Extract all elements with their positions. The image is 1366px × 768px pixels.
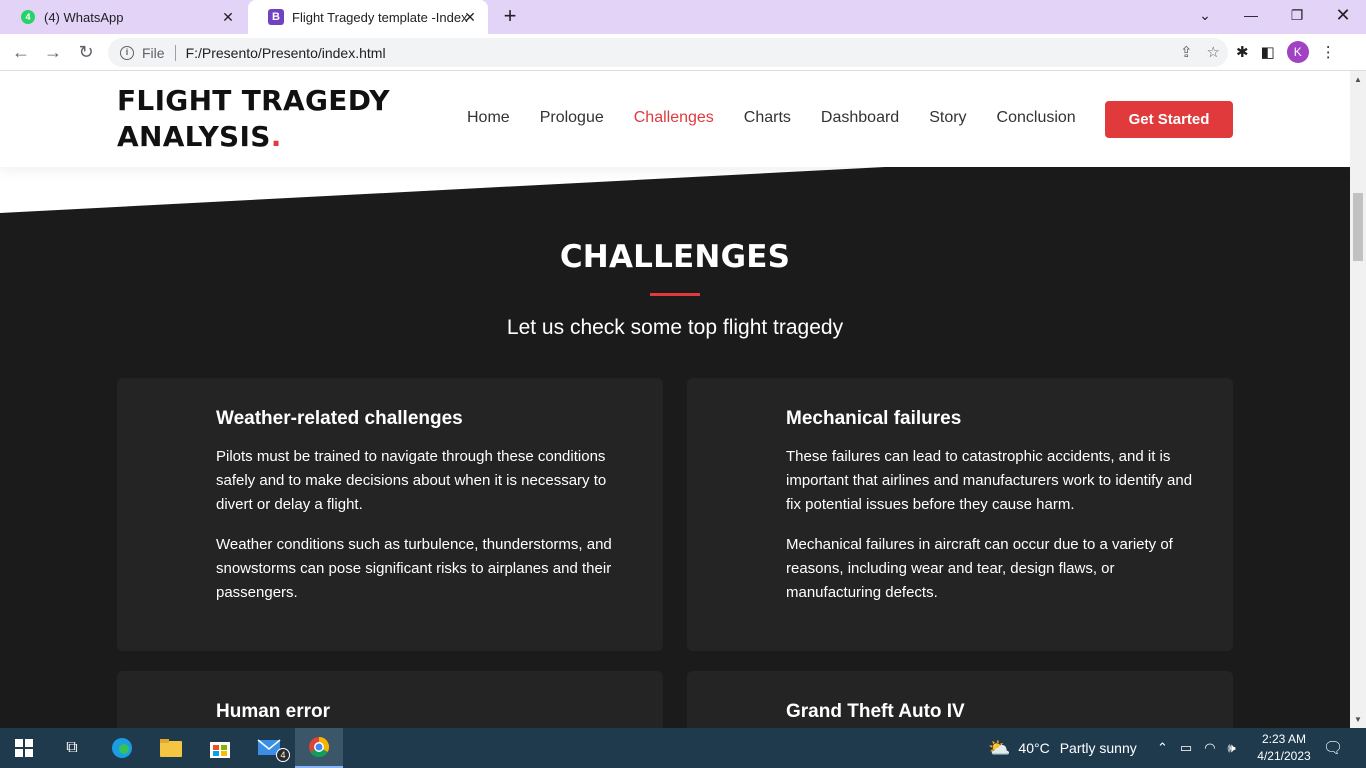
card-title: Weather-related challenges bbox=[216, 408, 463, 429]
tab-title: Flight Tragedy template -Index bbox=[292, 9, 468, 25]
main-nav: Home Prologue Challenges Charts Dashboard Sto… bbox=[467, 108, 1106, 128]
wifi-icon[interactable]: ◠ bbox=[1204, 740, 1215, 756]
system-tray: ⌃ ▭ ◠ 🕪 bbox=[1157, 728, 1236, 768]
nav-link-challenges[interactable]: Challenges bbox=[634, 108, 714, 128]
section-title: CHALLENGES bbox=[559, 239, 791, 275]
nav-link-story[interactable]: Story bbox=[929, 108, 966, 128]
mail-icon[interactable]: 4 bbox=[246, 728, 294, 768]
bookmark-star-icon[interactable]: ☆ bbox=[1207, 43, 1220, 61]
file-explorer-icon[interactable] bbox=[147, 728, 195, 768]
scheme-label: File bbox=[142, 44, 165, 61]
forward-icon[interactable]: → bbox=[41, 40, 65, 64]
close-icon[interactable]: ✕ bbox=[220, 9, 236, 25]
clock-date: 4/21/2023 bbox=[1257, 749, 1311, 763]
start-button[interactable] bbox=[0, 728, 48, 768]
extensions-icon[interactable]: ✱ bbox=[1236, 43, 1249, 61]
title-underline bbox=[650, 293, 700, 296]
windows-taskbar: ⧉ 4 ⛅ 40°C Partly sunny ⌃ ▭ ◠ 🕪 2:23 AM … bbox=[0, 728, 1366, 768]
card-paragraph: Pilots must be trained to navigate throu… bbox=[216, 448, 607, 513]
new-tab-button[interactable]: + bbox=[498, 5, 522, 29]
whatsapp-icon: 4 bbox=[20, 9, 36, 25]
close-window-button[interactable]: ✕ bbox=[1320, 0, 1366, 30]
nav-link-dashboard[interactable]: Dashboard bbox=[821, 108, 899, 128]
chevron-up-icon[interactable]: ⌃ bbox=[1157, 740, 1168, 756]
card-title: Grand Theft Auto IV bbox=[786, 701, 965, 722]
minimize-button[interactable]: — bbox=[1228, 0, 1274, 30]
card-paragraph: These failures can lead to catastrophic … bbox=[786, 448, 1193, 513]
tab-search-icon[interactable]: ⌄ bbox=[1182, 0, 1228, 30]
challenge-card-human-error: Human error bbox=[117, 671, 663, 728]
card-paragraph: Mechanical failures in aircraft can occu… bbox=[786, 536, 1173, 601]
nav-link-charts[interactable]: Charts bbox=[744, 108, 791, 128]
restore-button[interactable]: ❐ bbox=[1274, 0, 1320, 30]
challenge-card-gta: Grand Theft Auto IV bbox=[687, 671, 1233, 728]
divider bbox=[174, 44, 176, 61]
browser-toolbar: ← → ↻ i File F:/Presento/Presento/index.… bbox=[0, 34, 1366, 71]
battery-icon[interactable]: ▭ bbox=[1180, 740, 1192, 756]
site-logo[interactable]: FLIGHT TRAGEDY ANALYSIS. bbox=[117, 83, 390, 155]
scroll-up-icon[interactable]: ▲ bbox=[1354, 75, 1362, 84]
nav-link-home[interactable]: Home bbox=[467, 108, 510, 128]
page-scrollbar[interactable]: ▲ ▼ bbox=[1350, 71, 1366, 728]
close-icon[interactable]: ✕ bbox=[462, 9, 478, 25]
tab-whatsapp[interactable]: 4 (4) WhatsApp ✕ bbox=[0, 0, 246, 34]
bootstrap-icon: B bbox=[268, 9, 284, 25]
section-subtitle: Let us check some top flight tragedy bbox=[506, 316, 844, 339]
challenge-card-mechanical: Mechanical failures These failures can l… bbox=[687, 378, 1233, 651]
nav-link-prologue[interactable]: Prologue bbox=[540, 108, 604, 128]
site-header: FLIGHT TRAGEDY ANALYSIS. Home Prologue Cha… bbox=[0, 71, 1350, 167]
scroll-thumb[interactable] bbox=[1353, 193, 1363, 261]
task-view-icon[interactable]: ⧉ bbox=[48, 728, 96, 768]
weather-condition: Partly sunny bbox=[1059, 740, 1137, 756]
menu-kebab-icon[interactable]: ⋮ bbox=[1321, 43, 1336, 61]
card-title: Mechanical failures bbox=[786, 408, 962, 429]
card-paragraph: Weather conditions such as turbulence, t… bbox=[216, 536, 612, 601]
share-icon[interactable]: ⇪ bbox=[1180, 43, 1193, 61]
logo-line-1: FLIGHT TRAGEDY bbox=[117, 84, 390, 117]
reload-icon[interactable]: ↻ bbox=[74, 40, 98, 64]
info-icon[interactable]: i bbox=[120, 45, 134, 60]
page-viewport: FLIGHT TRAGEDY ANALYSIS. Home Prologue Cha… bbox=[0, 71, 1350, 728]
taskbar-clock[interactable]: 2:23 AM 4/21/2023 bbox=[1248, 731, 1320, 765]
logo-line-2: ANALYSIS bbox=[117, 120, 271, 153]
mail-badge: 4 bbox=[276, 748, 290, 762]
get-started-button[interactable]: Get Started bbox=[1105, 101, 1233, 138]
nav-link-conclusion[interactable]: Conclusion bbox=[997, 108, 1076, 128]
edge-icon[interactable] bbox=[98, 728, 146, 768]
card-title: Human error bbox=[216, 701, 331, 722]
scroll-down-icon[interactable]: ▼ bbox=[1354, 715, 1362, 724]
volume-icon[interactable]: 🕪 bbox=[1228, 740, 1236, 756]
windows-logo-icon bbox=[15, 739, 33, 757]
address-bar[interactable]: i File F:/Presento/Presento/index.html ⇪… bbox=[108, 38, 1228, 67]
challenge-card-weather: Weather-related challenges Pilots must b… bbox=[117, 378, 663, 651]
side-panel-icon[interactable]: ◧ bbox=[1261, 43, 1275, 61]
store-icon[interactable] bbox=[196, 728, 244, 768]
partly-sunny-icon: ⛅ bbox=[988, 737, 1011, 758]
weather-temp: 40°C bbox=[1018, 740, 1050, 756]
browser-tabstrip: 4 (4) WhatsApp ✕ B Flight Tragedy templa… bbox=[0, 0, 1366, 34]
tab-title: (4) WhatsApp bbox=[44, 9, 124, 25]
diagonal-divider bbox=[0, 167, 1350, 213]
chrome-icon[interactable] bbox=[295, 728, 343, 768]
url-text[interactable]: F:/Presento/Presento/index.html bbox=[186, 45, 386, 61]
tab-flight-tragedy[interactable]: B Flight Tragedy template -Index ✕ bbox=[248, 0, 488, 34]
profile-avatar[interactable]: K bbox=[1286, 41, 1309, 63]
logo-dot: . bbox=[270, 120, 282, 153]
clock-time: 2:23 AM bbox=[1261, 732, 1307, 746]
weather-widget[interactable]: ⛅ 40°C Partly sunny bbox=[988, 728, 1137, 768]
back-icon[interactable]: ← bbox=[9, 40, 33, 64]
notifications-icon[interactable]: 🗨 bbox=[1323, 728, 1343, 768]
